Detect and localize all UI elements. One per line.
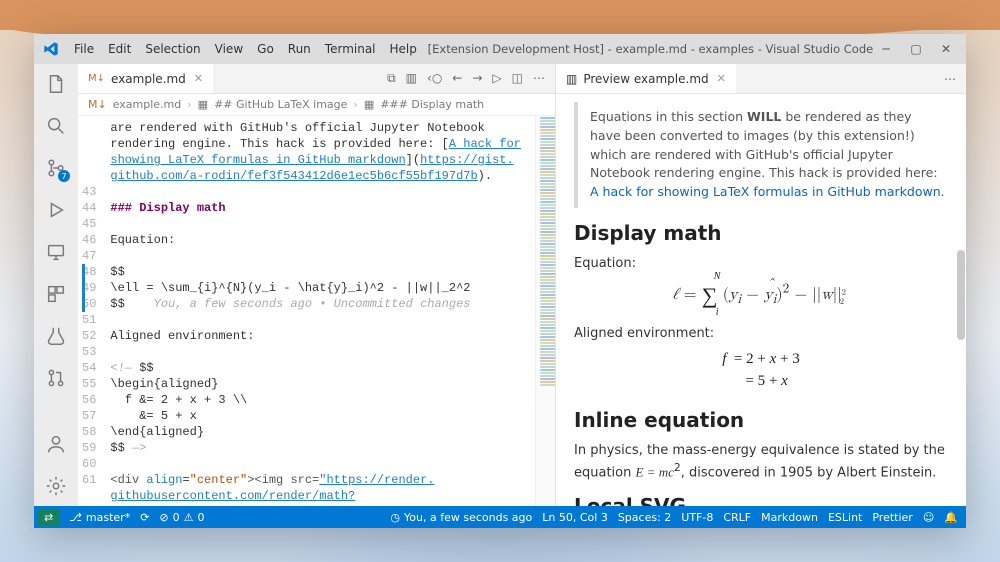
editor-tabs: M↓ example.md ✕ ⧉ ▥ ‹○ ← → ▷ ◫ ⋯ <box>78 64 555 94</box>
workbench-body: 7 <box>34 64 966 506</box>
source-control-icon[interactable]: 7 <box>44 156 68 180</box>
code-content[interactable]: are rendered with GitHub's official Jupy… <box>106 116 535 506</box>
github-pr-icon[interactable] <box>44 366 68 390</box>
prettier-status[interactable]: Prettier <box>872 511 912 524</box>
scrollbar-thumb[interactable] <box>957 250 965 340</box>
remote-explorer-icon[interactable] <box>44 240 68 264</box>
menu-edit[interactable]: Edit <box>102 39 137 59</box>
heading-local-svg: Local SVG <box>574 491 948 506</box>
editor-group-source: M↓ example.md ✕ ⧉ ▥ ‹○ ← → ▷ ◫ ⋯ <box>78 64 556 506</box>
menu-terminal[interactable]: Terminal <box>319 39 382 59</box>
tab-example-md[interactable]: M↓ example.md ✕ <box>78 64 213 93</box>
menu-help[interactable]: Help <box>384 39 423 59</box>
quote1-pre: Equations in this section <box>590 109 747 124</box>
editor-area: M↓ example.md ✕ ⧉ ▥ ‹○ ← → ▷ ◫ ⋯ <box>78 64 966 506</box>
menu-selection[interactable]: Selection <box>139 39 206 59</box>
tab-label: example.md <box>111 72 186 86</box>
problems[interactable]: ⊘ 0 ⚠ 0 <box>159 511 204 524</box>
search-icon[interactable] <box>44 114 68 138</box>
minimize-button[interactable]: ─ <box>878 42 894 56</box>
menu-file[interactable]: File <box>68 39 100 59</box>
preview-tab-label: Preview example.md <box>583 72 708 86</box>
git-blame[interactable]: ◷ You, a few seconds ago <box>390 511 532 524</box>
window-title: [Extension Development Host] - example.m… <box>427 42 874 56</box>
blame-text: You, a few seconds ago <box>404 511 532 524</box>
branch-name: master* <box>86 511 130 524</box>
menu-view[interactable]: View <box>209 39 249 59</box>
text-editor[interactable]: 43444546474849505152535455565758596061 6… <box>78 116 555 506</box>
markdown-file-icon: M↓ <box>88 73 105 84</box>
label-aligned: Aligned environment: <box>574 324 948 344</box>
nav-next-icon[interactable]: → <box>472 71 482 86</box>
blockquote-1: Equations in this section WILL be render… <box>574 102 948 208</box>
preview-icon: ▥ <box>566 72 577 86</box>
error-count: 0 <box>173 511 180 524</box>
status-bar: ⇄ ⎇ master* ⟳ ⊘ 0 ⚠ 0 ◷ You, a few secon… <box>34 506 966 528</box>
open-preview-side-icon[interactable]: ▥ <box>406 71 417 86</box>
editor-group-preview: ▥ Preview example.md ✕ ⋯ Equations in th… <box>556 64 966 506</box>
editor-actions: ⧉ ▥ ‹○ ← → ▷ ◫ ⋯ <box>387 71 555 86</box>
split-editor-icon[interactable]: ◫ <box>512 71 523 86</box>
preview-scrollbar[interactable] <box>956 94 966 506</box>
close-preview-tab-icon[interactable]: ✕ <box>717 72 726 85</box>
crumb-section-1: ## GitHub LaTeX image <box>214 98 347 111</box>
run-debug-icon[interactable] <box>44 198 68 222</box>
git-branch[interactable]: ⎇ master* <box>69 511 130 524</box>
notifications-icon[interactable]: 🔔 <box>944 511 958 524</box>
preview-tabs: ▥ Preview example.md ✕ ⋯ <box>556 64 966 94</box>
toggle-render-icon[interactable]: ⧉ <box>387 71 396 86</box>
quote1-bold: WILL <box>747 109 781 124</box>
markdown-preview[interactable]: Equations in this section WILL be render… <box>556 94 966 506</box>
feedback-icon[interactable]: ☺ <box>923 511 934 524</box>
explorer-icon[interactable] <box>44 72 68 96</box>
eol[interactable]: CRLF <box>723 511 751 524</box>
cursor-position[interactable]: Ln 50, Col 3 <box>542 511 608 524</box>
heading-display-math: Display math <box>574 218 948 248</box>
close-tab-icon[interactable]: ✕ <box>194 72 203 85</box>
testing-icon[interactable] <box>44 324 68 348</box>
eslint-status[interactable]: ESLint <box>828 511 862 524</box>
quote1-link[interactable]: A hack for showing LaTeX formulas in Git… <box>590 184 941 199</box>
go-back-icon[interactable]: ‹○ <box>427 71 442 86</box>
breadcrumbs[interactable]: M↓ example.md ›▦ ## GitHub LaTeX image ›… <box>78 94 555 116</box>
vscode-window: FileEditSelectionViewGoRunTerminalHelp [… <box>34 34 966 528</box>
equation-aligned: f = 2 + x + 3 = 5 + x <box>574 348 948 393</box>
title-bar: FileEditSelectionViewGoRunTerminalHelp [… <box>34 34 966 64</box>
preview-more-icon[interactable]: ⋯ <box>944 72 956 86</box>
vscode-logo-icon <box>42 40 60 58</box>
inline-post: , discovered in 1905 by Albert Einstein. <box>681 466 937 481</box>
extensions-icon[interactable] <box>44 282 68 306</box>
crumb-file: example.md <box>113 98 182 111</box>
more-actions-icon[interactable]: ⋯ <box>533 71 545 86</box>
line-gutter: 43444546474849505152535455565758596061 6… <box>78 116 106 506</box>
menu-go[interactable]: Go <box>251 39 280 59</box>
scm-badge: 7 <box>58 170 70 182</box>
window-controls: ─ ▢ ✕ <box>878 42 954 56</box>
activity-bar: 7 <box>34 64 78 506</box>
run-cell-icon[interactable]: ▷ <box>492 71 501 86</box>
paragraph-inline: In physics, the mass-energy equivalence … <box>574 441 948 483</box>
minimap[interactable] <box>535 116 555 506</box>
heading-inline: Inline equation <box>574 405 948 435</box>
settings-gear-icon[interactable] <box>44 474 68 498</box>
close-button[interactable]: ✕ <box>938 42 954 56</box>
crumb-section-2: ### Display math <box>380 98 484 111</box>
maximize-button[interactable]: ▢ <box>908 42 924 56</box>
menu-run[interactable]: Run <box>282 39 317 59</box>
menu-bar: FileEditSelectionViewGoRunTerminalHelp <box>68 39 423 59</box>
tab-preview[interactable]: ▥ Preview example.md ✕ <box>556 64 736 93</box>
git-sync[interactable]: ⟳ <box>140 511 149 524</box>
accounts-icon[interactable] <box>44 432 68 456</box>
equation-display: ℓ = ∑Ni (yi − yi)2 − ||w||22 <box>574 279 948 312</box>
language-mode[interactable]: Markdown <box>761 511 818 524</box>
label-equation: Equation: <box>574 254 948 274</box>
remote-indicator[interactable]: ⇄ <box>38 509 59 526</box>
nav-prev-icon[interactable]: ← <box>452 71 462 86</box>
encoding[interactable]: UTF-8 <box>681 511 713 524</box>
indent-spaces[interactable]: Spaces: 2 <box>618 511 671 524</box>
warning-count: 0 <box>198 511 205 524</box>
